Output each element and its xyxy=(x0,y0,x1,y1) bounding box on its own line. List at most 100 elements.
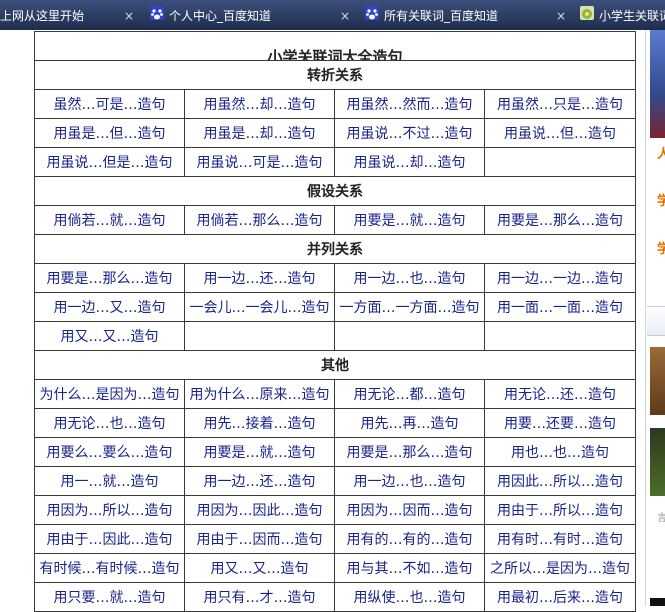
table-row: 用又…又…造句 xyxy=(34,321,637,351)
conjunction-link[interactable]: 之所以…是因为…造句 xyxy=(483,553,637,583)
conjunction-link[interactable]: 用一边…也…造句 xyxy=(334,466,485,496)
tab-label: 上网从这里开始 xyxy=(0,9,85,23)
tab-label: 小学生关联词 xyxy=(599,9,665,23)
conjunction-link[interactable]: 用一边…又…造句 xyxy=(34,292,185,322)
thumbnail-image[interactable] xyxy=(650,428,665,496)
conjunction-link[interactable]: 用只有…才…造句 xyxy=(184,582,335,612)
conjunction-link[interactable]: 用有的…有的…造句 xyxy=(334,524,485,554)
conjunction-link[interactable]: 用要是…那么…造句 xyxy=(334,437,485,467)
conjunction-link[interactable]: 用由于…所以…造句 xyxy=(483,495,637,525)
conjunction-link[interactable]: 用因此…所以…造句 xyxy=(483,466,637,496)
conjunction-link[interactable]: 用只要…就…造句 xyxy=(34,582,185,612)
table-row: 用一边…又…造句 一会儿…一会儿…造句 一方面…一方面…造句 用一面…一面…造句 xyxy=(34,292,637,322)
conjunction-link[interactable]: 用无论…也…造句 xyxy=(34,408,185,438)
empty-cell xyxy=(334,321,485,351)
page-favicon xyxy=(580,6,594,20)
close-icon[interactable]: × xyxy=(124,3,134,29)
conjunction-link[interactable]: 用无论…还…造句 xyxy=(483,379,637,409)
conjunction-link[interactable]: 用要是…那么…造句 xyxy=(34,263,185,293)
tab-home[interactable]: 上网从这里开始 xyxy=(0,3,120,29)
conjunction-link[interactable]: 用先…接着…造句 xyxy=(184,408,335,438)
table-row: 为什么…是因为…造句 用为什么…原来…造句 用无论…都…造句 用无论…还…造句 xyxy=(34,379,637,409)
table-row: 虽然…可是…造句 用虽然…却…造句 用虽然…然而…造句 用虽然…只是…造句 xyxy=(34,89,637,119)
conjunction-link[interactable]: 用因为…所以…造句 xyxy=(34,495,185,525)
table-row: 用只要…就…造句 用只有…才…造句 用纵使…也…造句 用最初…后来…造句 xyxy=(34,582,637,612)
conjunction-table: 小学关联词大全造句 转折关系 虽然…可是…造句 用虽然…却…造句 用虽然…然而…造句用… xyxy=(33,31,637,612)
conjunction-link[interactable]: 用与其…不如…造句 xyxy=(334,553,485,583)
conjunction-link[interactable]: 用因为…因而…造句 xyxy=(334,495,485,525)
conjunction-link[interactable]: 用虽是…却…造句 xyxy=(184,118,335,148)
empty-cell xyxy=(483,321,637,351)
conjunction-link[interactable]: 用为什么…原来…造句 xyxy=(184,379,335,409)
close-icon[interactable]: × xyxy=(556,3,566,29)
sidebar-fragment[interactable]: 学 xyxy=(657,195,665,209)
section-heading: 转折关系 xyxy=(33,60,637,90)
conjunction-link[interactable]: 用由于…因此…造句 xyxy=(34,524,185,554)
conjunction-link[interactable]: 用因为…因此…造句 xyxy=(184,495,335,525)
conjunction-link[interactable]: 用有时…有时…造句 xyxy=(483,524,637,554)
tab-label: 所有关联词_百度知道 xyxy=(384,9,499,23)
conjunction-link[interactable]: 用要么…要么…造句 xyxy=(34,437,185,467)
section-header-row: 其他 xyxy=(33,350,637,380)
table-row: 用虽说…但是…造句 用虽说…可是…造句 用虽说…却…造句 xyxy=(34,147,637,177)
table-title-row: 小学关联词大全造句 xyxy=(33,31,637,61)
conjunction-link[interactable]: 用最初…后来…造句 xyxy=(483,582,637,612)
browser-tab-bar: 上网从这里开始 × 个人中心_百度知道 × 所有关联词_百度知道 × 小学生关联… xyxy=(0,0,665,31)
conjunction-link[interactable]: 用一边…一边…造句 xyxy=(483,263,637,293)
conjunction-link[interactable]: 有时候…有时候…造句 xyxy=(34,553,185,583)
conjunction-link[interactable]: 用一边…还…造句 xyxy=(184,466,335,496)
section-header-row: 转折关系 xyxy=(33,60,637,90)
table-row: 用要是…那么…造句 用一边…还…造句 用一边…也…造句 用一边…一边…造句 xyxy=(34,263,637,293)
conjunction-link[interactable]: 用又…又…造句 xyxy=(184,553,335,583)
conjunction-link[interactable]: 用虽是…但…造句 xyxy=(34,118,185,148)
conjunction-link[interactable]: 为什么…是因为…造句 xyxy=(34,379,185,409)
conjunction-link[interactable]: 用虽说…但…造句 xyxy=(483,118,637,148)
conjunction-link[interactable]: 用先…再…造句 xyxy=(334,408,485,438)
conjunction-link[interactable]: 用要是…就…造句 xyxy=(334,205,485,235)
table-row: 用由于…因此…造句 用由于…因而…造句 用有的…有的…造句 用有时…有时…造句 xyxy=(34,524,637,554)
conjunction-link[interactable]: 用虽然…却…造句 xyxy=(184,89,335,119)
conjunction-link[interactable]: 用虽然…然而…造句 xyxy=(334,89,485,119)
tab-all-conjunctions[interactable]: 所有关联词_百度知道 xyxy=(384,3,554,29)
conjunction-link[interactable]: 用一…就…造句 xyxy=(34,466,185,496)
conjunction-link[interactable]: 用要是…那么…造句 xyxy=(483,205,637,235)
thumbnail-image[interactable] xyxy=(650,347,665,415)
section-header-row: 并列关系 xyxy=(33,234,637,264)
conjunction-link[interactable]: 一会儿…一会儿…造句 xyxy=(184,292,335,322)
thumbnail-image[interactable] xyxy=(650,598,665,606)
close-icon[interactable]: × xyxy=(340,3,350,29)
conjunction-link[interactable]: 用一边…还…造句 xyxy=(184,263,335,293)
conjunction-link[interactable]: 用也…也…造句 xyxy=(483,437,637,467)
baidu-paw-icon xyxy=(365,6,379,20)
sidebar-fragment[interactable]: 学 xyxy=(657,243,665,257)
sidebar-fragment: 言 xyxy=(657,513,665,524)
table-row: 用一…就…造句 用一边…还…造句 用一边…也…造句 用因此…所以…造句 xyxy=(34,466,637,496)
table-row: 有时候…有时候…造句 用又…又…造句 用与其…不如…造句 之所以…是因为…造句 xyxy=(34,553,637,583)
table-title: 小学关联词大全造句 xyxy=(33,31,637,61)
conjunction-link[interactable]: 用虽说…不过…造句 xyxy=(334,118,485,148)
conjunction-link[interactable]: 用一面…一面…造句 xyxy=(483,292,637,322)
table-row: 用因为…所以…造句 用因为…因此…造句 用因为…因而…造句 用由于…所以…造句 xyxy=(34,495,637,525)
conjunction-link[interactable]: 用纵使…也…造句 xyxy=(334,582,485,612)
conjunction-link[interactable]: 用倘若…那么…造句 xyxy=(184,205,335,235)
conjunction-link[interactable]: 用无论…都…造句 xyxy=(334,379,485,409)
conjunction-link[interactable]: 用要…还要…造句 xyxy=(483,408,637,438)
conjunction-link[interactable]: 用由于…因而…造句 xyxy=(184,524,335,554)
table-row: 用要么…要么…造句 用要是…就…造句 用要是…那么…造句 用也…也…造句 xyxy=(34,437,637,467)
conjunction-link[interactable]: 用虽说…但是…造句 xyxy=(34,147,185,177)
tab-personal-center[interactable]: 个人中心_百度知道 xyxy=(169,3,339,29)
section-heading: 假设关系 xyxy=(33,176,637,206)
sidebar-header xyxy=(647,306,665,336)
conjunction-link[interactable]: 用虽然…只是…造句 xyxy=(483,89,637,119)
conjunction-link[interactable]: 一方面…一方面…造句 xyxy=(334,292,485,322)
conjunction-link[interactable]: 用一边…也…造句 xyxy=(334,263,485,293)
table-row: 用无论…也…造句 用先…接着…造句 用先…再…造句 用要…还要…造句 xyxy=(34,408,637,438)
conjunction-link[interactable]: 用虽说…可是…造句 xyxy=(184,147,335,177)
conjunction-link[interactable]: 用倘若…就…造句 xyxy=(34,205,185,235)
conjunction-link[interactable]: 用虽说…却…造句 xyxy=(334,147,485,177)
conjunction-link[interactable]: 虽然…可是…造句 xyxy=(34,89,185,119)
tab-primary-conjunctions[interactable]: 小学生关联词 xyxy=(599,3,665,29)
empty-cell xyxy=(184,321,335,351)
conjunction-link[interactable]: 用又…又…造句 xyxy=(34,321,185,351)
conjunction-link[interactable]: 用要是…就…造句 xyxy=(184,437,335,467)
